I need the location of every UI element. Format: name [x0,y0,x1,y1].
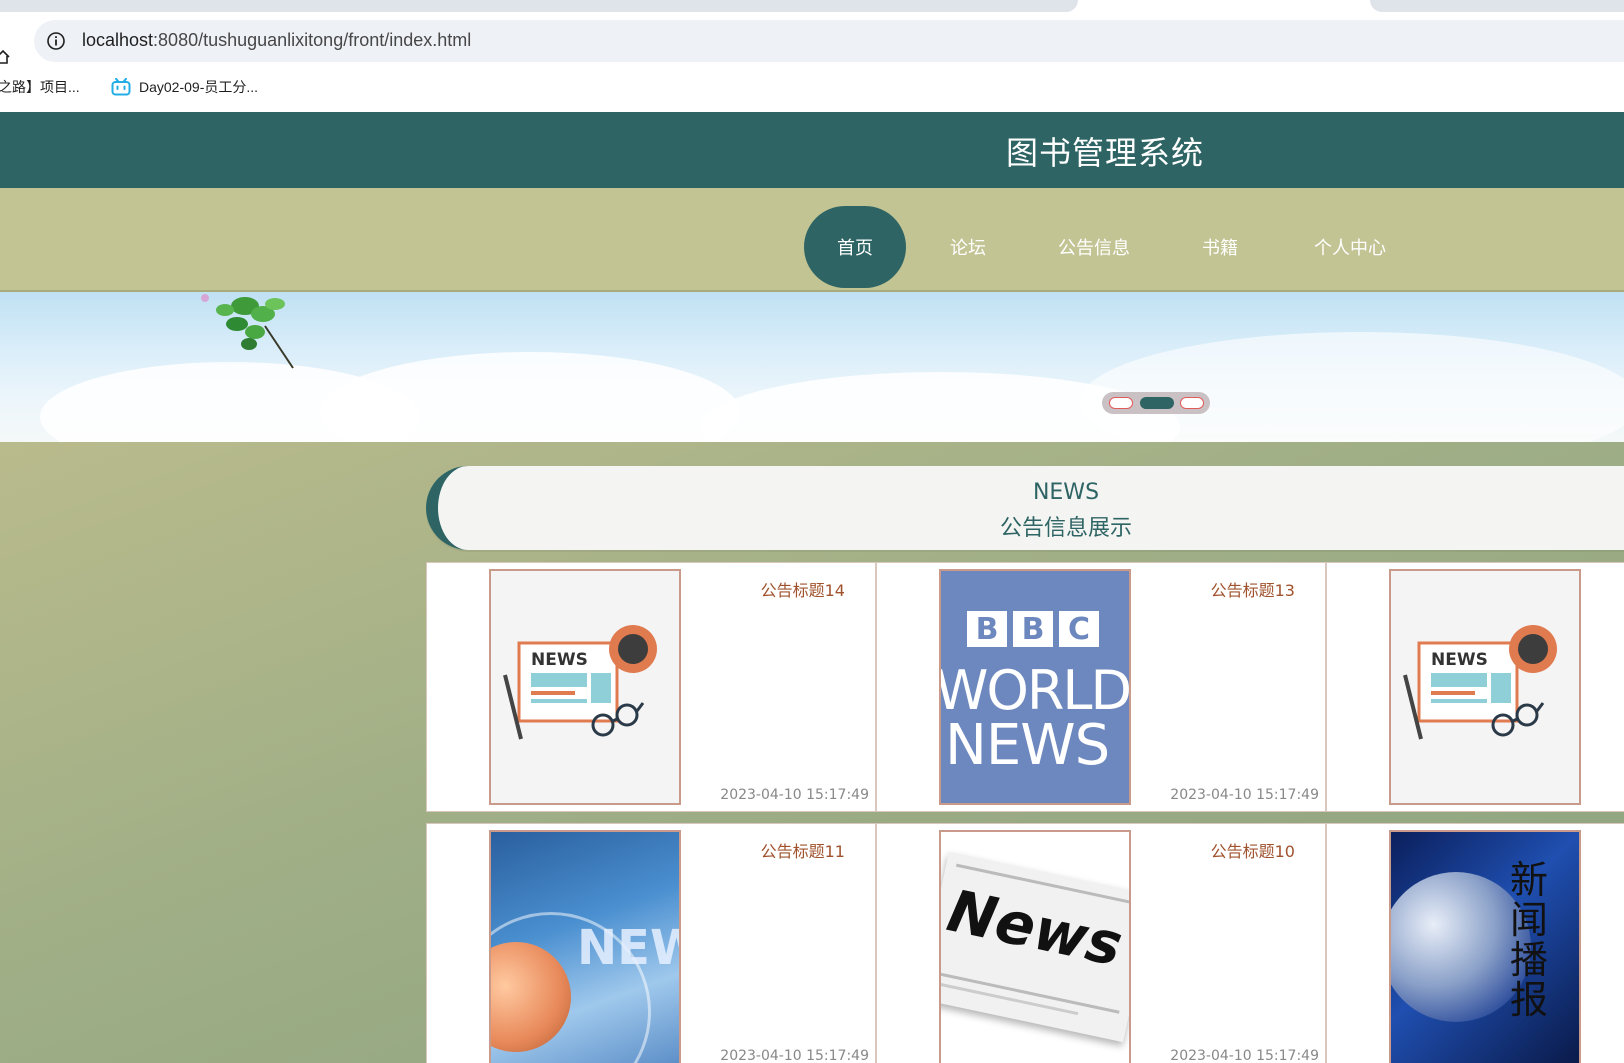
thumbnail-text: 闻 [1509,898,1548,942]
nav-item-announcements[interactable]: 公告信息 [1056,206,1132,288]
bilibili-icon [111,78,131,96]
thumbnail-text: 播 [1509,938,1548,982]
browser-tab-strip [0,0,1624,20]
nav-item-books[interactable]: 书籍 [1200,206,1240,288]
cloud-decoration [320,352,740,442]
plant-decoration [201,294,294,369]
nav-item-forum[interactable]: 论坛 [948,206,988,288]
thumbnail-text: NEW [577,920,679,976]
bbc-logo: B B C [967,611,1099,647]
browser-tab[interactable] [1370,0,1624,12]
news-card-title[interactable]: 公告标题13 [1211,577,1295,601]
news-card[interactable]: NEWS 公告标题14 2023-04-10 15:17:49 [426,562,876,812]
news-thumbnail: NEWS [1389,569,1581,805]
news-card-date: 2023-04-10 15:17:49 [720,787,869,803]
site-info-icon[interactable] [46,31,66,51]
news-card-title[interactable]: 公告标题11 [761,838,845,862]
news-card[interactable]: 新 闻 播 报 [1326,823,1624,1063]
news-card-date: 2023-04-10 15:17:49 [1170,787,1319,803]
news-thumbnail: 新 闻 播 报 [1389,830,1581,1063]
broadcast-characters: 新 闻 播 报 [1509,860,1549,1020]
news-illustration-icon: NEWS [503,625,657,740]
bookmark-item[interactable]: 之路】项目... [0,72,80,102]
news-card-grid: NEWS 公告标题14 2023-04-10 15:17:49 B B C WO… [426,562,1624,1063]
news-card-title[interactable]: 公告标题10 [1211,838,1295,862]
thumbnail-text: NEWS [945,713,1110,778]
news-thumbnail: News [939,830,1131,1063]
news-card-title[interactable]: 公告标题14 [761,577,845,601]
thumbnail-text: 报 [1509,978,1548,1022]
carousel-dot[interactable] [1109,397,1133,409]
news-card[interactable]: B B C WORLD NEWS 公告标题13 2023-04-10 15:17… [876,562,1326,812]
news-card-date: 2023-04-10 15:17:49 [720,1048,869,1063]
site-title: 图书管理系统 [1006,134,1205,172]
url-host: localhost [82,30,154,50]
news-section-header: NEWS 公告信息展示 [426,466,1624,550]
news-card[interactable]: NEWS [1326,562,1624,812]
cloud-decoration [1080,332,1624,442]
browser-tab[interactable] [0,0,1078,12]
address-bar[interactable]: localhost:8080/tushuguanlixitong/front/i… [34,20,1624,62]
carousel-dot-active[interactable] [1140,397,1174,409]
news-card[interactable]: News 公告标题10 2023-04-10 15:17:49 [876,823,1326,1063]
bookmarks-bar: 之路】项目... Day02-09-员工分... [0,72,1624,112]
main-nav: 首页 论坛 公告信息 书籍 个人中心 [0,188,1624,292]
svg-text:NEWS: NEWS [1431,650,1488,670]
home-icon[interactable] [0,50,10,64]
news-illustration-icon: NEWS [1403,625,1557,740]
carousel-dot[interactable] [1180,397,1204,409]
bookmark-item[interactable]: Day02-09-员工分... [111,72,258,102]
url-text: localhost:8080/tushuguanlixitong/front/i… [82,30,471,51]
thumbnail-text: 新 [1509,858,1548,902]
banner-carousel[interactable] [0,292,1624,442]
url-path: :8080/tushuguanlixitong/front/index.html [153,30,472,50]
news-card[interactable]: NEW 公告标题11 2023-04-10 15:17:49 [426,823,876,1063]
svg-text:NEWS: NEWS [531,650,588,670]
news-thumbnail: NEWS [489,569,681,805]
news-thumbnail: NEW [489,830,681,1063]
section-heading-cn: 公告信息展示 [999,516,1132,541]
news-thumbnail: B B C WORLD NEWS [939,569,1131,805]
news-card-date: 2023-04-10 15:17:49 [1170,1048,1319,1063]
section-heading-en: NEWS [1032,480,1100,505]
bookmark-label: 之路】项目... [0,79,80,95]
bookmark-label: Day02-09-员工分... [139,79,259,95]
nav-item-personal-center[interactable]: 个人中心 [1312,206,1388,288]
nav-item-home[interactable]: 首页 [804,206,906,288]
site-header: 图书管理系统 [0,112,1624,188]
carousel-indicators [1102,392,1210,414]
